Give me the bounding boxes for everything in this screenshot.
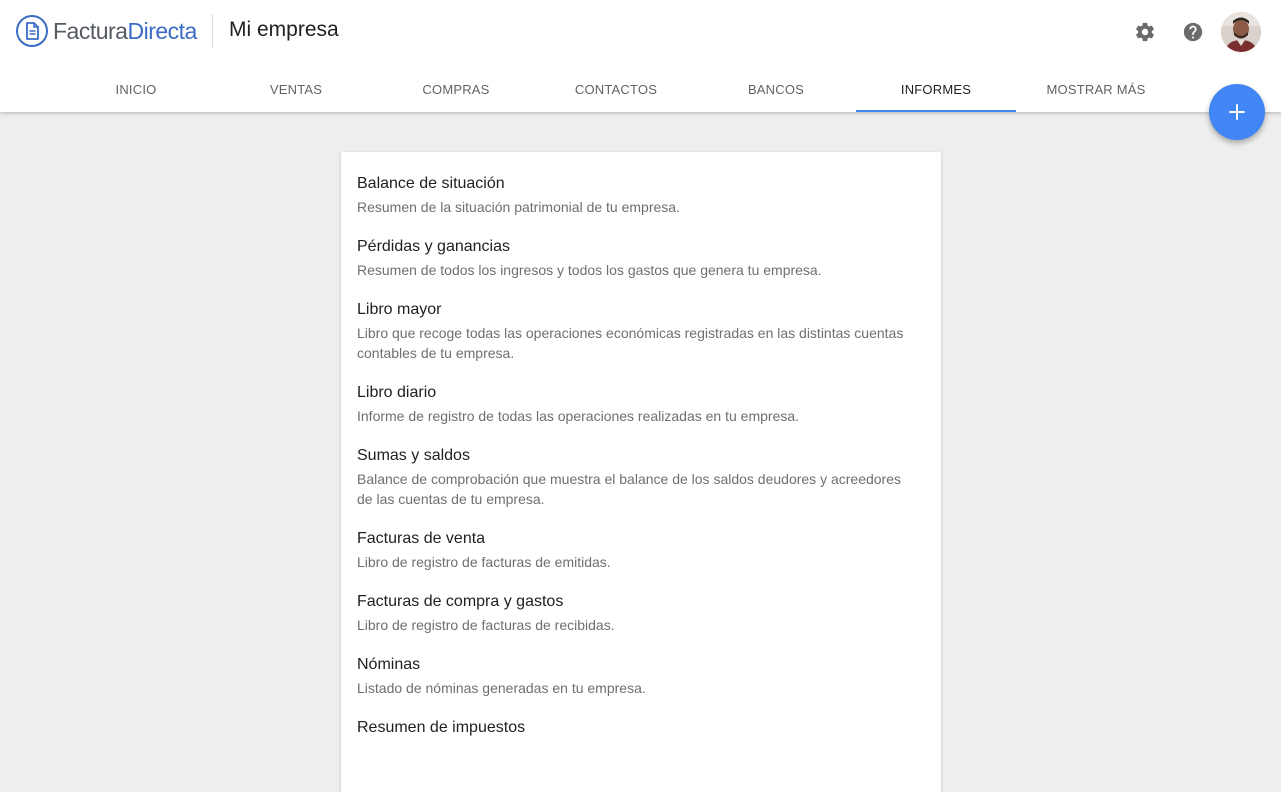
report-title: Pérdidas y ganancias [357, 238, 510, 255]
report-description: Resumen de todos los ingresos y todos lo… [357, 262, 822, 278]
report-description: Listado de nóminas generadas en tu empre… [357, 680, 646, 696]
header-divider [212, 14, 213, 48]
report-description: Libro que recoge todas las operaciones e… [357, 325, 904, 361]
report-title: Balance de situación [357, 175, 505, 192]
header-actions [1133, 12, 1261, 52]
tab-bancos[interactable]: BANCOS [696, 66, 856, 112]
plus-icon [1229, 104, 1245, 120]
report-perdidas-y-ganancias[interactable]: Pérdidas y ganancias Resumen de todos lo… [357, 237, 925, 280]
report-title: Sumas y saldos [357, 447, 470, 464]
company-name[interactable]: Mi empresa [229, 18, 339, 42]
brand-name-part1: Factura [53, 17, 128, 44]
tab-compras[interactable]: COMPRAS [376, 66, 536, 112]
report-balance-de-situacion[interactable]: Balance de situación Resumen de la situa… [357, 174, 925, 217]
brand-name: FacturaDirecta [53, 18, 197, 45]
report-facturas-de-compra-y-gastos[interactable]: Facturas de compra y gastos Libro de reg… [357, 592, 925, 635]
report-title: Libro diario [357, 384, 437, 401]
report-libro-diario[interactable]: Libro diario Informe de registro de toda… [357, 383, 925, 426]
report-title: Nóminas [357, 656, 421, 673]
tab-inicio[interactable]: INICIO [56, 66, 216, 112]
user-avatar[interactable] [1221, 12, 1261, 52]
document-icon [16, 15, 48, 47]
report-description: Libro de registro de facturas de emitida… [357, 554, 611, 570]
report-title: Facturas de compra y gastos [357, 593, 564, 610]
report-facturas-de-venta[interactable]: Facturas de venta Libro de registro de f… [357, 529, 925, 572]
tab-ventas[interactable]: VENTAS [216, 66, 376, 112]
report-nominas[interactable]: Nóminas Listado de nóminas generadas en … [357, 655, 925, 698]
tab-informes[interactable]: INFORMES [856, 66, 1016, 112]
report-description: Resumen de la situación patrimonial de t… [357, 199, 680, 215]
report-title: Resumen de impuestos [357, 719, 526, 736]
reports-card: Balance de situación Resumen de la situa… [341, 152, 941, 792]
top-app-bar: FacturaDirecta Mi empresa INICIO VENTAS … [0, 0, 1281, 112]
brand-logo-link[interactable]: FacturaDirecta [16, 14, 197, 48]
main-tabs: INICIO VENTAS COMPRAS CONTACTOS BANCOS I… [56, 66, 1176, 112]
report-description: Informe de registro de todas las operaci… [357, 408, 800, 424]
report-libro-mayor[interactable]: Libro mayor Libro que recoge todas las o… [357, 300, 925, 363]
add-button[interactable] [1209, 84, 1265, 140]
report-title: Facturas de venta [357, 530, 486, 547]
report-sumas-y-saldos[interactable]: Sumas y saldos Balance de comprobación q… [357, 446, 925, 509]
report-description: Balance de comprobación que muestra el b… [357, 471, 902, 507]
gear-icon[interactable] [1133, 20, 1157, 44]
report-title: Libro mayor [357, 301, 442, 318]
tab-mostrar-mas[interactable]: MOSTRAR MÁS [1016, 66, 1176, 112]
tab-contactos[interactable]: CONTACTOS [536, 66, 696, 112]
brand-name-part2: Directa [127, 17, 197, 44]
report-description: Libro de registro de facturas de recibid… [357, 617, 615, 633]
report-resumen-de-impuestos[interactable]: Resumen de impuestos [357, 718, 925, 738]
help-icon[interactable] [1181, 20, 1205, 44]
